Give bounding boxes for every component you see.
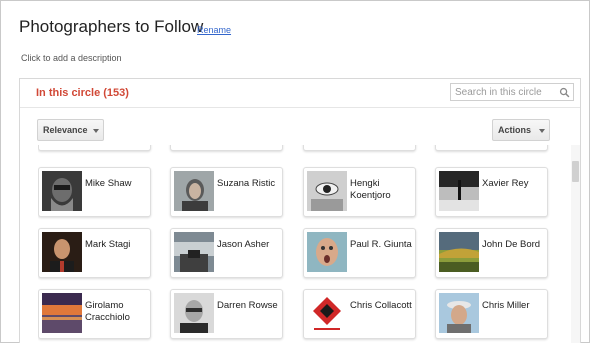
circle-count-heading: In this circle (153) xyxy=(36,87,129,99)
person-name: Suzana Ristic xyxy=(217,178,276,189)
person-card[interactable]: Chris Miller xyxy=(435,289,548,339)
avatar xyxy=(439,293,479,333)
person-card-partial[interactable] xyxy=(303,145,416,151)
circle-page: Photographers to Follow Rename Click to … xyxy=(0,0,590,343)
avatar xyxy=(439,171,479,211)
person-name: Darren Rowse xyxy=(217,300,278,311)
person-card-partial[interactable] xyxy=(435,145,548,151)
person-name: Jason Asher xyxy=(217,239,270,250)
person-name: Mike Shaw xyxy=(85,178,132,189)
avatar xyxy=(42,232,82,272)
avatar xyxy=(42,171,82,211)
chevron-down-icon xyxy=(93,129,99,133)
page-title: Photographers to Follow xyxy=(19,17,204,36)
person-card[interactable]: Mark Stagi xyxy=(38,228,151,278)
avatar xyxy=(439,232,479,272)
person-card[interactable]: Jason Asher xyxy=(170,228,283,278)
avatar xyxy=(174,293,214,333)
panel-header: In this circle (153) Search in this circ… xyxy=(20,79,580,108)
person-card[interactable]: Hengki Koentjoro xyxy=(303,167,416,217)
person-name: Paul R. Giunta xyxy=(350,239,412,250)
person-card[interactable]: Paul R. Giunta xyxy=(303,228,416,278)
circle-panel: In this circle (153) Search in this circ… xyxy=(19,78,581,343)
scrollbar-thumb[interactable] xyxy=(572,161,579,182)
person-name: Chris Miller xyxy=(482,300,530,311)
person-card[interactable]: Suzana Ristic xyxy=(170,167,283,217)
person-name: Chris Collacott xyxy=(350,300,412,311)
person-card-partial[interactable] xyxy=(38,145,151,151)
vertical-scrollbar[interactable] xyxy=(571,145,580,343)
chevron-down-icon xyxy=(539,129,545,133)
person-card[interactable]: John De Bord xyxy=(435,228,548,278)
avatar xyxy=(307,232,347,272)
sort-label: Relevance xyxy=(43,125,88,135)
search-icon[interactable] xyxy=(559,87,570,98)
actions-dropdown[interactable]: Actions xyxy=(492,119,550,141)
search-input[interactable]: Search in this circle xyxy=(450,83,574,101)
people-grid: Mike Shaw Suzana Ristic Hengki Koentjoro… xyxy=(38,145,568,343)
avatar xyxy=(307,171,347,211)
person-card[interactable]: Chris Collacott xyxy=(303,289,416,339)
person-card[interactable]: Girolamo Cracchiolo xyxy=(38,289,151,339)
person-name: Hengki Koentjoro xyxy=(350,178,391,201)
actions-label: Actions xyxy=(498,125,532,135)
avatar xyxy=(174,171,214,211)
person-card[interactable]: Darren Rowse xyxy=(170,289,283,339)
search-placeholder: Search in this circle xyxy=(455,87,542,98)
description-field[interactable]: Click to add a description xyxy=(21,53,122,63)
avatar xyxy=(174,232,214,272)
person-card[interactable]: Xavier Rey xyxy=(435,167,548,217)
person-card[interactable]: Mike Shaw xyxy=(38,167,151,217)
sort-dropdown[interactable]: Relevance xyxy=(37,119,104,141)
avatar xyxy=(307,293,347,333)
person-name: Mark Stagi xyxy=(85,239,131,250)
person-name: John De Bord xyxy=(482,239,541,250)
person-name: Girolamo Cracchiolo xyxy=(85,300,130,323)
person-card-partial[interactable] xyxy=(170,145,283,151)
rename-link[interactable]: Rename xyxy=(197,25,231,35)
avatar xyxy=(42,293,82,333)
person-name: Xavier Rey xyxy=(482,178,529,189)
